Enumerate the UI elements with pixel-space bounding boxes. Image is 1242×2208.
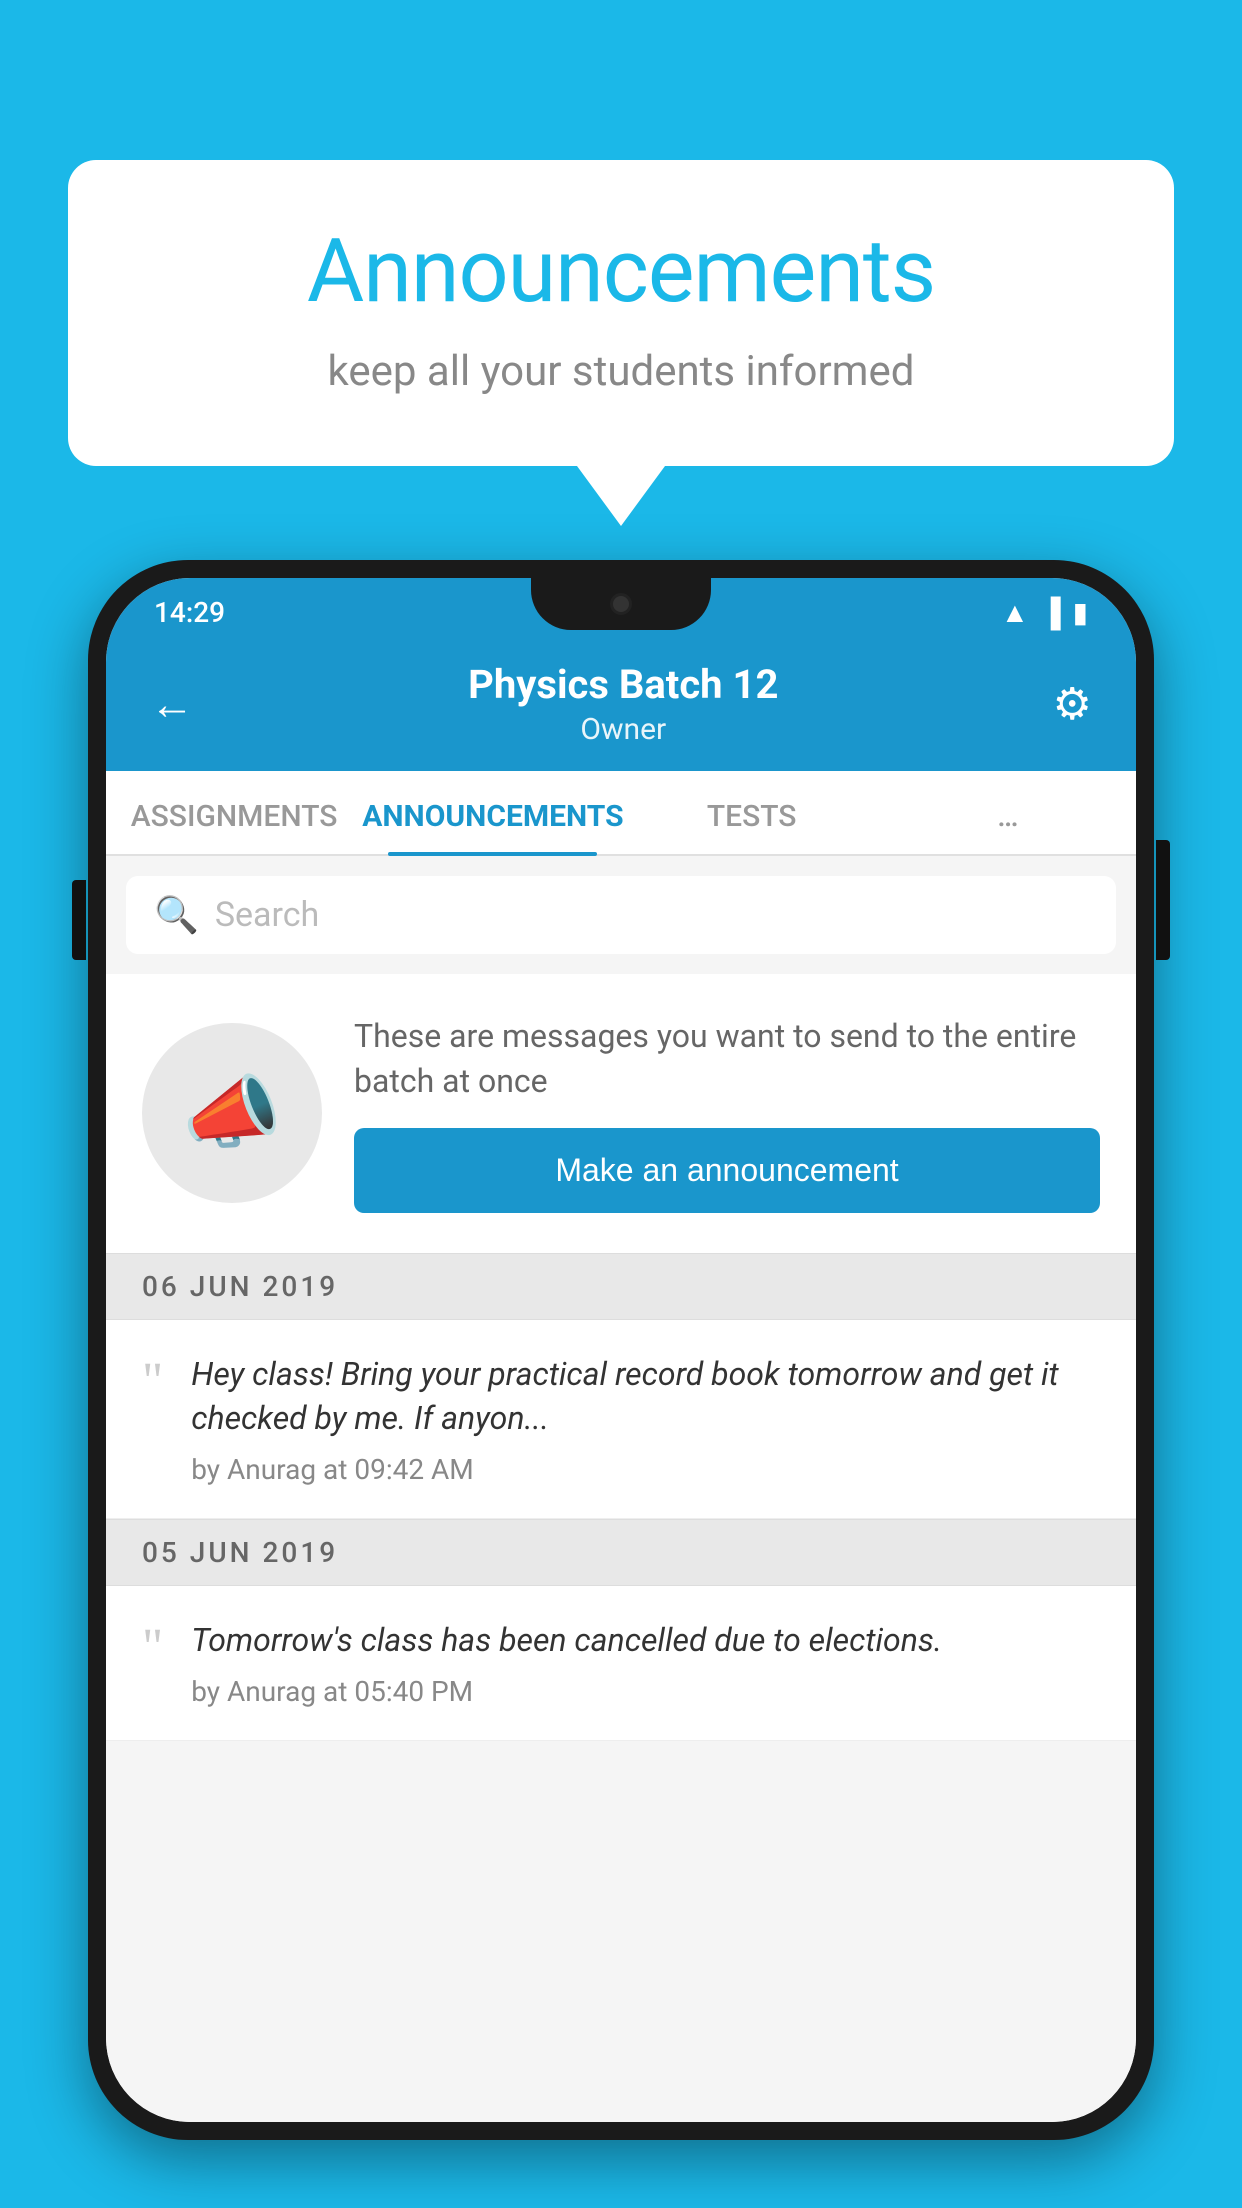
announcement-prompt: 📣 These are messages you want to send to… (106, 974, 1136, 1253)
header-title-group: Physics Batch 12 Owner (468, 661, 778, 747)
tab-announcements[interactable]: ANNOUNCEMENTS (362, 771, 623, 854)
search-icon: 🔍 (154, 894, 199, 936)
announcement-content-1: Hey class! Bring your practical record b… (191, 1352, 1100, 1487)
make-announcement-button[interactable]: Make an announcement (354, 1128, 1100, 1213)
settings-icon[interactable]: ⚙ (1053, 678, 1092, 730)
signal-icon: ▐ (1041, 596, 1061, 629)
announcement-description: These are messages you want to send to t… (354, 1014, 1100, 1104)
quote-icon-2: " (142, 1622, 163, 1674)
tab-tests[interactable]: TESTS (624, 771, 880, 854)
tab-assignments[interactable]: ASSIGNMENTS (106, 771, 362, 854)
announcement-meta-1: by Anurag at 09:42 AM (191, 1453, 1100, 1486)
status-icons: ▲ ▐ ▮ (1001, 596, 1088, 629)
wifi-icon: ▲ (1001, 596, 1029, 629)
status-time: 14:29 (154, 596, 225, 629)
phone-inner: 14:29 ▲ ▐ ▮ ← Physics Batch 12 Owner ⚙ (106, 578, 1136, 2122)
speech-bubble-arrow (577, 466, 665, 526)
announcement-item-1[interactable]: " Hey class! Bring your practical record… (106, 1320, 1136, 1520)
quote-icon-1: " (142, 1356, 163, 1408)
announcement-meta-2: by Anurag at 05:40 PM (191, 1675, 1100, 1708)
battery-icon: ▮ (1073, 596, 1088, 629)
announcement-right: These are messages you want to send to t… (354, 1014, 1100, 1213)
phone-outer: 14:29 ▲ ▐ ▮ ← Physics Batch 12 Owner ⚙ (88, 560, 1154, 2140)
date-separator-2: 05 JUN 2019 (106, 1519, 1136, 1586)
speech-bubble-subtitle: keep all your students informed (148, 347, 1094, 396)
back-button[interactable]: ← (150, 678, 194, 730)
batch-role: Owner (468, 712, 778, 747)
announcement-text-1: Hey class! Bring your practical record b… (191, 1352, 1100, 1442)
announcement-text-2: Tomorrow's class has been cancelled due … (191, 1618, 1100, 1663)
announcement-icon-circle: 📣 (142, 1023, 322, 1203)
content-area: 🔍 Search 📣 These are messages you want t… (106, 856, 1136, 2122)
date-separator-1: 06 JUN 2019 (106, 1253, 1136, 1320)
megaphone-icon: 📣 (182, 1066, 282, 1160)
announcement-content-2: Tomorrow's class has been cancelled due … (191, 1618, 1100, 1708)
search-input[interactable]: Search (215, 895, 319, 935)
speech-bubble-section: Announcements keep all your students inf… (68, 160, 1174, 526)
tab-more[interactable]: … (880, 771, 1136, 854)
app-header: ← Physics Batch 12 Owner ⚙ (106, 641, 1136, 771)
speech-bubble-title: Announcements (148, 220, 1094, 323)
search-bar[interactable]: 🔍 Search (126, 876, 1116, 954)
batch-title: Physics Batch 12 (468, 661, 778, 708)
phone-container: 14:29 ▲ ▐ ▮ ← Physics Batch 12 Owner ⚙ (88, 560, 1154, 2208)
announcement-item-2[interactable]: " Tomorrow's class has been cancelled du… (106, 1586, 1136, 1741)
speech-bubble-card: Announcements keep all your students inf… (68, 160, 1174, 466)
front-camera (610, 593, 632, 615)
phone-notch (531, 578, 711, 630)
tabs-bar: ASSIGNMENTS ANNOUNCEMENTS TESTS … (106, 771, 1136, 856)
